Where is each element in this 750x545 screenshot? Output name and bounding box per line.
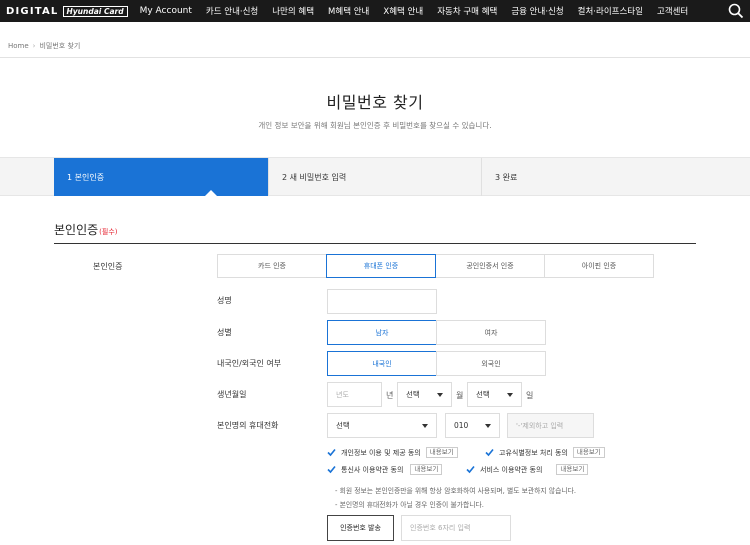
view-details-button[interactable]: 내용보기	[572, 447, 605, 458]
gender-toggle: 남자 여자	[327, 320, 546, 345]
birth-year-unit: 년	[386, 391, 394, 400]
nav-item-finance[interactable]: 금융 안내·신청	[511, 5, 563, 17]
breadcrumb-current: 비밀번호 찾기	[39, 41, 81, 50]
nav-item-card-info[interactable]: 카드 안내·신청	[206, 5, 258, 17]
birth-label: 생년월일	[217, 390, 247, 399]
phone-number-placeholder: '-'제외하고 입력	[516, 421, 564, 430]
breadcrumb-separator: ›	[32, 41, 36, 50]
breadcrumb-home[interactable]: Home	[8, 42, 29, 50]
nav-item-customer-center[interactable]: 고객센터	[657, 5, 688, 17]
agree-unique-id-label: 고유식별정보 처리 동의	[499, 448, 568, 457]
nav-item-my-account[interactable]: My Account	[140, 6, 192, 16]
phone-number-input[interactable]: '-'제외하고 입력	[507, 413, 594, 438]
search-icon[interactable]	[728, 3, 744, 19]
logo-hyundai-card-text: Hyundai Card	[62, 5, 128, 17]
nationality-label: 내국인/외국인 여부	[217, 359, 282, 368]
agree-personal-info: 개인정보 이용 및 제공 동의 내용보기	[327, 447, 458, 458]
section-title-text: 본인인증	[54, 223, 99, 237]
birth-month-unit: 월	[456, 391, 464, 400]
chevron-down-icon	[507, 393, 513, 397]
required-mark: (필수)	[99, 228, 118, 236]
section-divider	[54, 243, 696, 244]
send-code-button[interactable]: 인증번호 발송	[327, 515, 394, 541]
active-step-arrow	[204, 190, 218, 197]
auth-method-tabs: 카드 인증 휴대폰 인증 공인인증서 인증 아이핀 인증	[217, 254, 657, 278]
nav-item-culture[interactable]: 컬처·라이프스타일	[578, 5, 643, 17]
step-3-label: 3 완료	[495, 172, 518, 182]
notice-own-phone: - 본인명의 휴대전화가 아닐 경우 인증이 불가합니다.	[335, 501, 484, 509]
phone-prefix-select[interactable]: 010	[445, 413, 500, 438]
carrier-select[interactable]: 선택	[327, 413, 437, 438]
tab-certificate-auth[interactable]: 공인인증서 인증	[435, 254, 545, 278]
birth-month-select[interactable]: 선택	[397, 382, 452, 407]
nav-item-car-benefits[interactable]: 자동차 구매 혜택	[437, 5, 497, 17]
step-2-label: 2 새 비밀번호 입력	[282, 172, 347, 182]
tab-phone-auth[interactable]: 휴대폰 인증	[326, 254, 436, 278]
agree-carrier-terms-label: 통신사 이용약관 동의	[341, 465, 404, 474]
gender-male-option[interactable]: 남자	[327, 320, 437, 345]
auth-method-label: 본인인증	[93, 262, 123, 271]
chevron-down-icon	[437, 393, 443, 397]
section-title: 본인인증(필수)	[54, 221, 118, 238]
chevron-down-icon	[485, 424, 491, 428]
nav-item-m-benefits[interactable]: M혜택 안내	[328, 5, 369, 17]
gender-label: 성별	[217, 328, 232, 337]
step-indicator: 1 본인인증 2 새 비밀번호 입력 3 완료	[0, 157, 750, 197]
main-menu: My Account 카드 안내·신청 나만의 혜택 M혜택 안내 X혜택 안내…	[140, 0, 703, 22]
agree-carrier-terms: 통신사 이용약관 동의 내용보기	[327, 464, 443, 475]
name-label: 성명	[217, 296, 232, 305]
breadcrumb: Home › 비밀번호 찾기	[0, 34, 750, 58]
nav-item-my-benefits[interactable]: 나만의 혜택	[272, 5, 314, 17]
agree-service-terms: 서비스 이용약관 동의 내용보기	[466, 464, 589, 475]
agree-unique-id: 고유식별정보 처리 동의 내용보기	[485, 447, 605, 458]
view-details-button[interactable]: 내용보기	[425, 447, 458, 458]
nationality-domestic-option[interactable]: 내국인	[327, 351, 437, 376]
birth-day-value: 선택	[476, 390, 490, 399]
step-1-identity: 1 본인인증	[54, 158, 268, 197]
view-details-button[interactable]: 내용보기	[410, 464, 443, 475]
notice-encryption: - 회원 정보는 본인인증만을 위해 항상 암호화하여 사용되며, 별도 보관하…	[335, 487, 576, 495]
nationality-toggle: 내국인 외국인	[327, 351, 546, 376]
agree-service-terms-label: 서비스 이용약관 동의	[480, 465, 543, 474]
logo-digital-text: DIGITAL	[6, 5, 59, 17]
agree-personal-info-label: 개인정보 이용 및 제공 동의	[341, 448, 421, 457]
birth-year-input[interactable]: 년도	[327, 382, 382, 407]
phone-label: 본인명의 휴대전화	[217, 421, 279, 430]
checkmark-icon[interactable]	[466, 465, 475, 474]
verification-code-input[interactable]: 인증번호 6자리 입력	[401, 515, 511, 541]
checkmark-icon[interactable]	[327, 465, 336, 474]
phone-prefix-value: 010	[454, 421, 469, 430]
nationality-foreign-option[interactable]: 외국인	[436, 351, 546, 376]
tab-ipin-auth[interactable]: 아이핀 인증	[544, 254, 654, 278]
checkmark-icon[interactable]	[327, 448, 336, 457]
step-2-new-password: 2 새 비밀번호 입력	[268, 158, 482, 196]
birth-year-placeholder: 년도	[336, 390, 349, 399]
verification-code-placeholder: 인증번호 6자리 입력	[410, 524, 471, 532]
birth-day-select[interactable]: 선택	[467, 382, 522, 407]
page-title: 비밀번호 찾기	[326, 93, 424, 112]
hyundai-card-logo[interactable]: DIGITAL Hyundai Card	[6, 0, 128, 22]
checkmark-icon[interactable]	[485, 448, 494, 457]
page-description: 개인 정보 보안을 위해 회원님 본인인증 후 비밀번호를 찾으실 수 있습니다…	[258, 121, 492, 130]
view-details-button[interactable]: 내용보기	[556, 464, 589, 475]
birth-day-unit: 일	[526, 391, 534, 400]
birth-month-value: 선택	[406, 390, 420, 399]
tab-card-auth[interactable]: 카드 인증	[217, 254, 327, 278]
nav-item-x-benefits[interactable]: X혜택 안내	[383, 5, 423, 17]
carrier-value: 선택	[336, 421, 350, 430]
gender-female-option[interactable]: 여자	[436, 320, 546, 345]
name-input[interactable]	[327, 289, 437, 314]
step-3-complete: 3 완료	[482, 158, 696, 196]
step-1-label: 1 본인인증	[67, 172, 105, 182]
top-nav: DIGITAL Hyundai Card My Account 카드 안내·신청…	[0, 0, 750, 22]
chevron-down-icon	[422, 424, 428, 428]
